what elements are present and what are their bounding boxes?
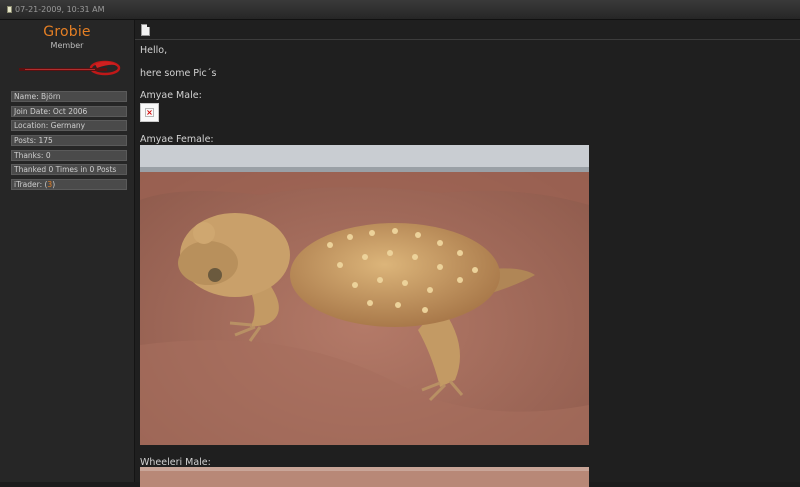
user-title: Member (50, 41, 84, 50)
itrader-label: iTrader: ( (14, 180, 48, 189)
user-sidebar: Grobie Member Name: Björn Join Date: Oct… (0, 20, 135, 482)
user-info-posts: Posts: 175 (11, 135, 127, 146)
user-signature-logo (19, 60, 121, 76)
post-intro: here some Pic´s (140, 68, 217, 79)
user-info-itrader: iTrader: (3) (11, 179, 127, 190)
post-divider (135, 39, 800, 40)
itrader-close: ) (52, 180, 56, 189)
username-link[interactable]: Grobie (0, 24, 134, 40)
post-document-icon (141, 24, 150, 36)
user-info-name: Name: Björn (11, 91, 127, 102)
user-info-join-date: Join Date: Oct 2006 (11, 106, 127, 117)
user-info-location: Location: Germany (11, 120, 127, 131)
post-date: 07-21-2009, 10:31 AM (15, 5, 105, 14)
user-info-thanks: Thanks: 0 (11, 150, 127, 161)
wheeleri-male-photo[interactable] (140, 467, 589, 487)
post-greeting: Hello, (140, 45, 168, 56)
caption-amyae-female: Amyae Female: (140, 134, 214, 145)
broken-image-icon: × (145, 108, 154, 117)
amyae-female-photo[interactable] (140, 145, 589, 445)
broken-image-placeholder[interactable]: × (140, 103, 159, 122)
user-info-thanked: Thanked 0 Times in 0 Posts (11, 164, 127, 175)
post-header-bar: 07-21-2009, 10:31 AM (0, 0, 800, 20)
post-icon (7, 6, 12, 13)
caption-amyae-male: Amyae Male: (140, 90, 202, 101)
post-content: Hello, here some Pic´s Amyae Male: × Amy… (135, 20, 800, 487)
